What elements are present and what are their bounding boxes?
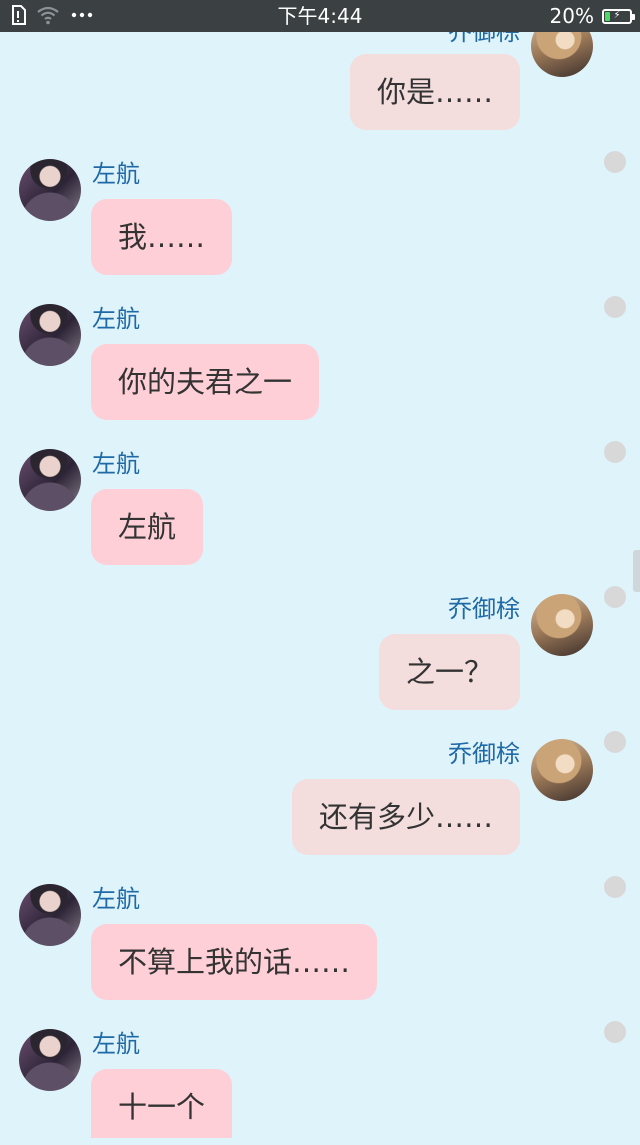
read-status-dot [604, 441, 626, 463]
message-bubble[interactable]: 我…… [91, 199, 233, 275]
sender-name: 乔御梌 [448, 595, 520, 623]
message-bubble[interactable]: 不算上我的话…… [91, 924, 378, 1000]
avatar[interactable] [19, 884, 81, 946]
message-bubble[interactable]: 还有多少…… [291, 779, 520, 855]
status-bar: 下午4:44 20% ⚡ [0, 0, 640, 32]
read-status-dot [604, 1021, 626, 1043]
message-bubble[interactable]: 左航 [91, 489, 204, 565]
charging-bolt-icon: ⚡ [613, 10, 621, 21]
scroll-handle[interactable] [633, 550, 640, 592]
read-status-dot [604, 731, 626, 753]
battery-fill [605, 11, 610, 21]
avatar[interactable] [19, 1029, 81, 1091]
message-bubble[interactable]: 你是…… [349, 54, 520, 130]
message-bubble[interactable]: 之一？ [378, 634, 520, 710]
avatar[interactable] [531, 594, 593, 656]
avatar[interactable] [19, 159, 81, 221]
read-status-dot [604, 296, 626, 318]
read-status-dot [604, 876, 626, 898]
sender-name: 左航 [92, 885, 140, 913]
read-status-dot [604, 151, 626, 173]
sender-name: 左航 [92, 1030, 140, 1058]
sender-name: 左航 [92, 305, 140, 333]
battery-icon: ⚡ [602, 8, 635, 24]
avatar[interactable] [19, 449, 81, 511]
sender-name: 左航 [92, 450, 140, 478]
avatar[interactable] [19, 304, 81, 366]
sender-name: 左航 [92, 160, 140, 188]
message-bubble[interactable]: 你的夫君之一 [91, 344, 320, 420]
read-status-dot [604, 586, 626, 608]
status-right: 20% ⚡ [549, 3, 635, 29]
avatar[interactable] [531, 739, 593, 801]
message-bubble[interactable]: 十一个 [91, 1069, 233, 1138]
battery-percent: 20% [549, 4, 594, 28]
status-time: 下午4:44 [277, 4, 363, 28]
sender-name: 乔御梌 [448, 740, 520, 768]
